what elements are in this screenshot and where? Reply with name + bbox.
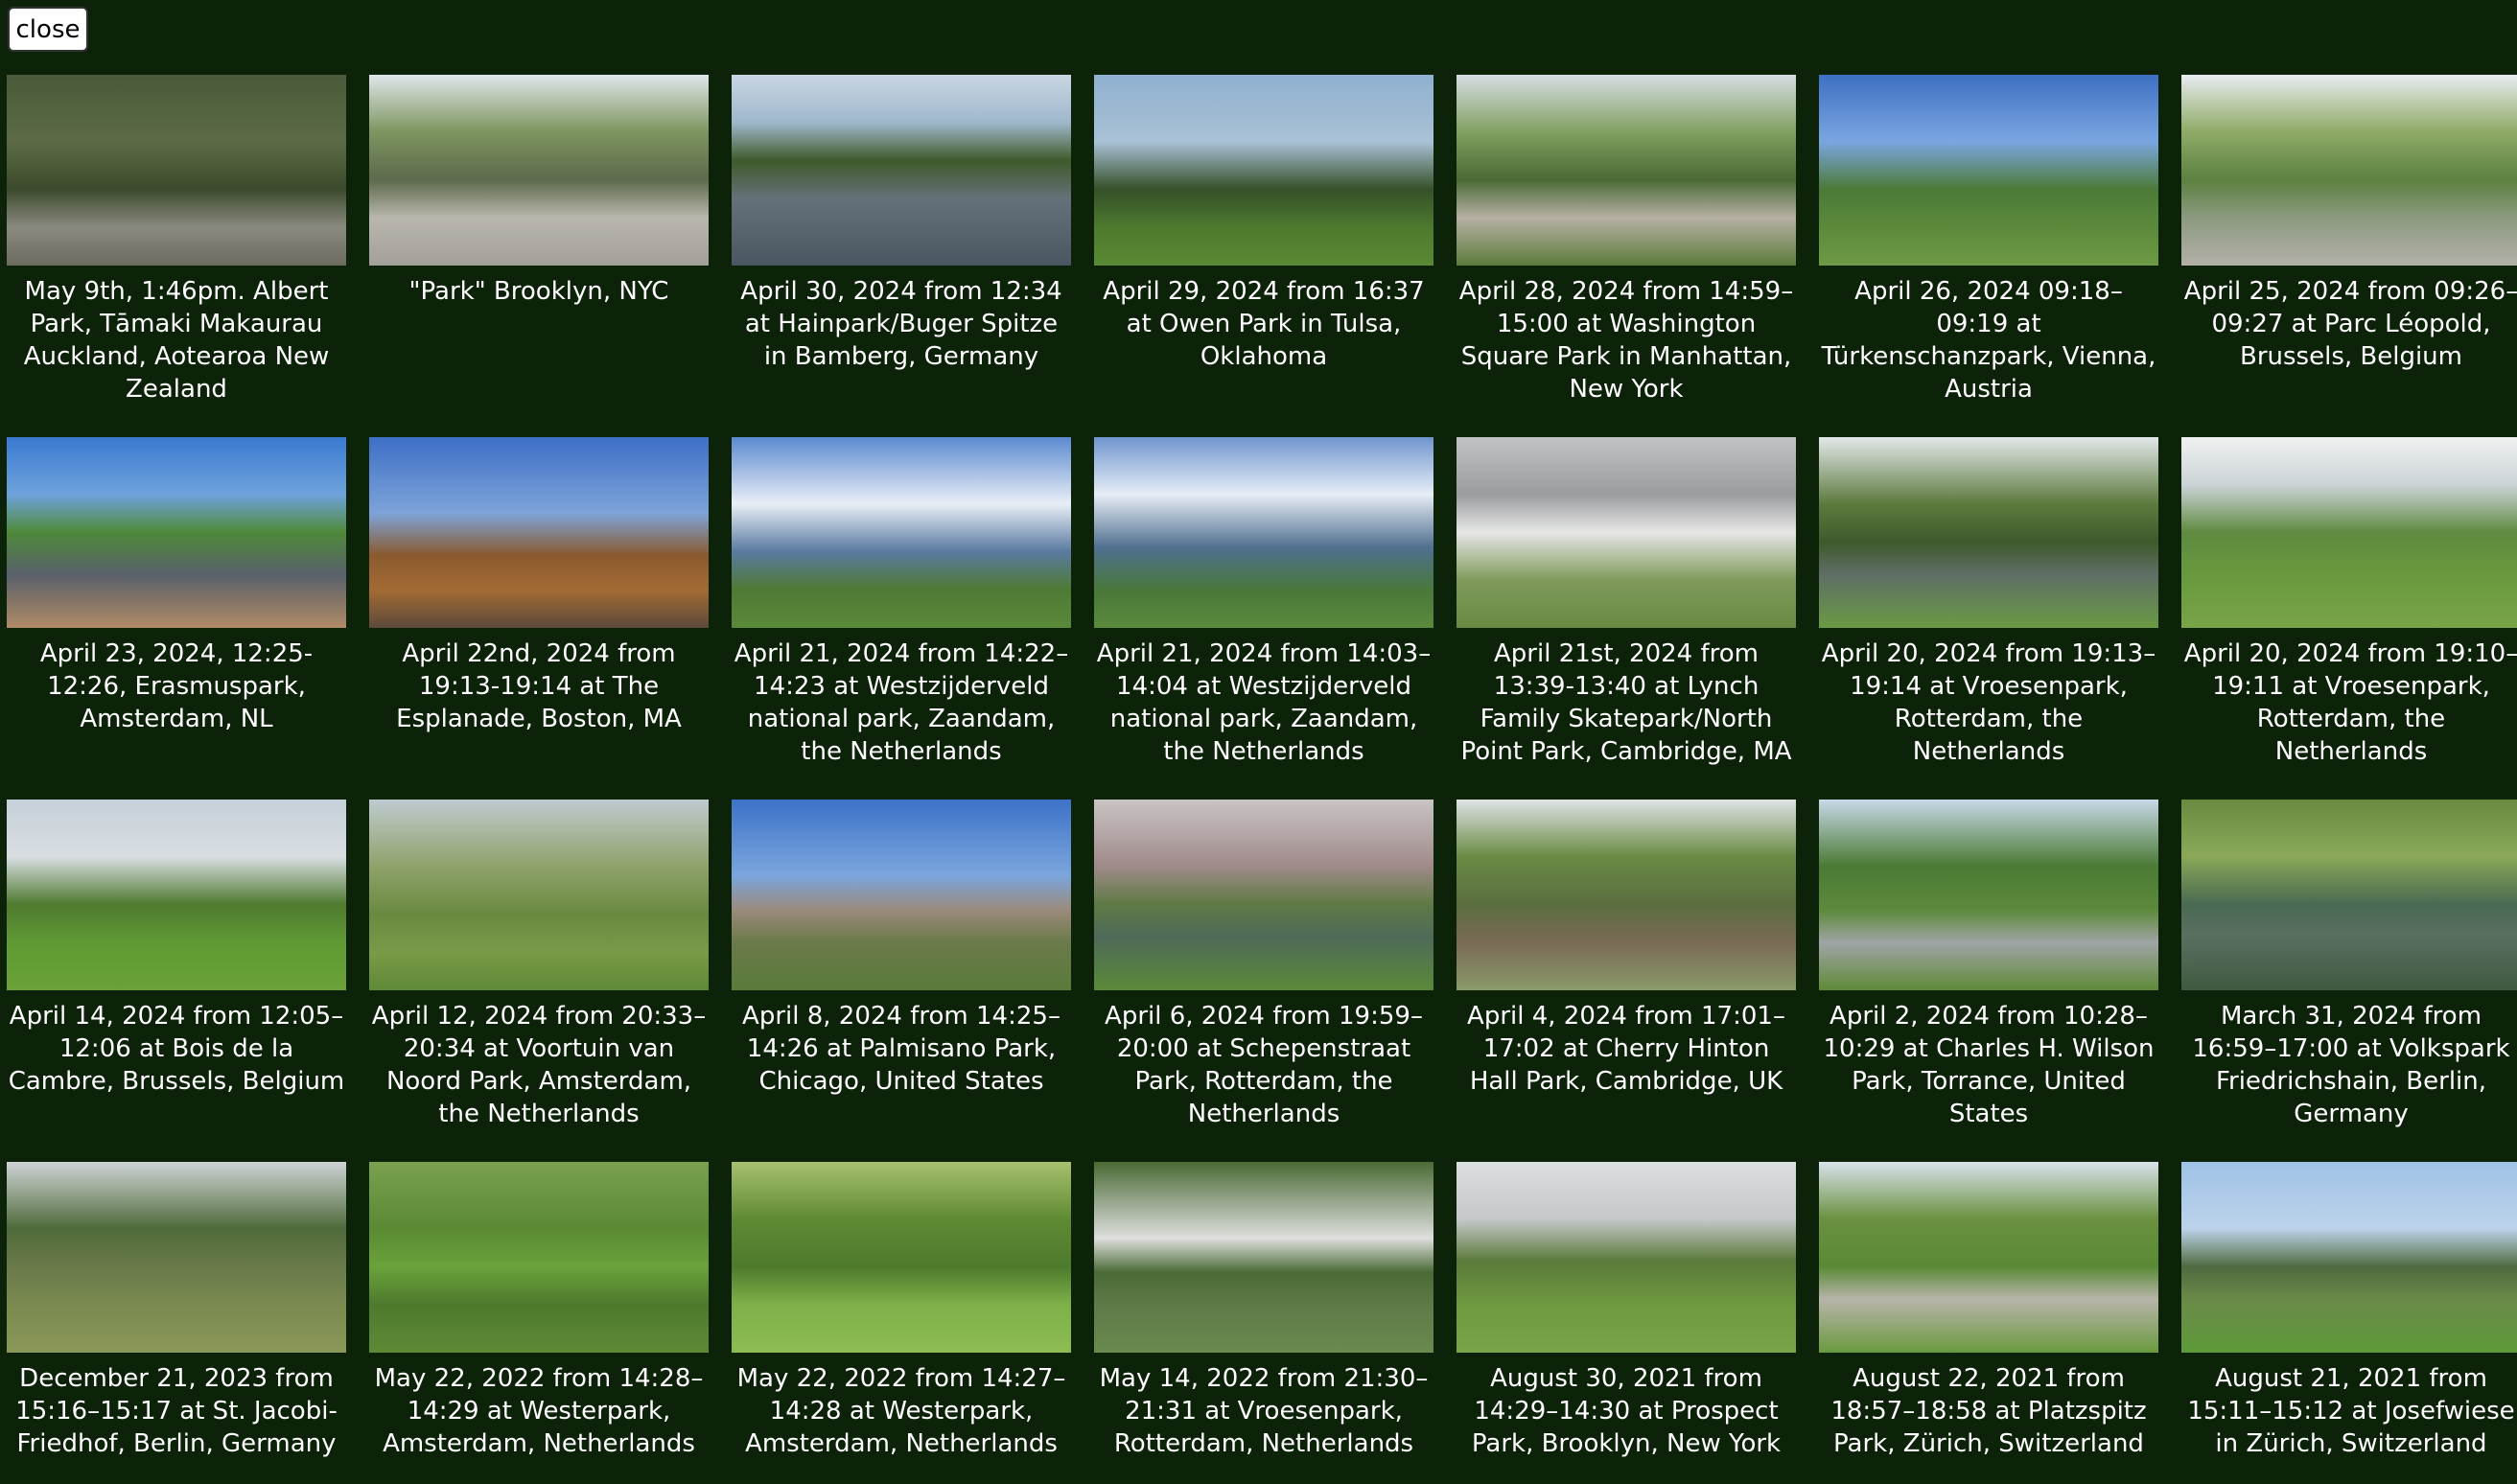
photo-thumbnail[interactable] bbox=[369, 75, 709, 266]
photo-thumbnail[interactable] bbox=[1819, 1162, 2158, 1353]
photo-caption: December 21, 2023 from 15:16–15:17 at St… bbox=[15, 1364, 338, 1458]
photo-tile[interactable]: August 21, 2021 from 15:11–15:12 at Jose… bbox=[2181, 1162, 2517, 1484]
photo-thumbnail[interactable] bbox=[1094, 75, 1433, 266]
photo-thumbnail[interactable] bbox=[1094, 1162, 1433, 1353]
photo-thumbnail[interactable] bbox=[1457, 75, 1796, 266]
photo-tile[interactable]: April 12, 2024 from 20:33–20:34 at Voort… bbox=[369, 800, 709, 1162]
photo-thumbnail[interactable] bbox=[2181, 437, 2517, 628]
photo-caption: May 22, 2022 from 14:28–14:29 at Westerp… bbox=[374, 1364, 704, 1458]
photo-thumbnail[interactable] bbox=[2181, 75, 2517, 266]
photo-caption: April 21st, 2024 from 13:39-13:40 at Lyn… bbox=[1460, 639, 1792, 766]
photo-tile[interactable]: December 21, 2023 from 15:16–15:17 at St… bbox=[7, 1162, 346, 1484]
photo-tile[interactable]: April 30, 2024 from 12:34 at Hainpark/Bu… bbox=[732, 75, 1071, 437]
photo-tile[interactable]: August 22, 2021 from 18:57–18:58 at Plat… bbox=[1819, 1162, 2158, 1484]
photo-tile[interactable]: April 23, 2024, 12:25-12:26, Erasmuspark… bbox=[7, 437, 346, 800]
photo-caption: May 22, 2022 from 14:27–14:28 at Westerp… bbox=[736, 1364, 1066, 1458]
photo-caption: April 14, 2024 from 12:05–12:06 at Bois … bbox=[8, 1002, 345, 1096]
photo-caption: May 9th, 1:46pm. Albert Park, Tāmaki Mak… bbox=[23, 277, 330, 404]
photo-caption: March 31, 2024 from 16:59–17:00 at Volks… bbox=[2192, 1002, 2510, 1128]
photo-thumbnail[interactable] bbox=[2181, 800, 2517, 990]
photo-tile[interactable]: April 8, 2024 from 14:25–14:26 at Palmis… bbox=[732, 800, 1071, 1162]
close-button[interactable]: close bbox=[8, 7, 88, 52]
photo-thumbnail[interactable] bbox=[1457, 800, 1796, 990]
photo-tile[interactable]: May 14, 2022 from 21:30–21:31 at Vroesen… bbox=[1094, 1162, 1433, 1484]
photo-caption: April 20, 2024 from 19:13–19:14 at Vroes… bbox=[1821, 639, 2156, 766]
photo-thumbnail[interactable] bbox=[1819, 437, 2158, 628]
photo-tile[interactable]: April 26, 2024 09:18–09:19 at Türkenscha… bbox=[1819, 75, 2158, 437]
photo-thumbnail[interactable] bbox=[369, 437, 709, 628]
photo-thumbnail[interactable] bbox=[7, 800, 346, 990]
photo-tile[interactable]: April 28, 2024 from 14:59–15:00 at Washi… bbox=[1457, 75, 1796, 437]
photo-caption: April 29, 2024 from 16:37 at Owen Park i… bbox=[1103, 277, 1425, 371]
photo-grid: May 9th, 1:46pm. Albert Park, Tāmaki Mak… bbox=[7, 75, 2517, 1484]
photo-tile[interactable]: April 21, 2024 from 14:03–14:04 at Westz… bbox=[1094, 437, 1433, 800]
photo-caption: August 22, 2021 from 18:57–18:58 at Plat… bbox=[1830, 1364, 2147, 1458]
photo-thumbnail[interactable] bbox=[1819, 800, 2158, 990]
photo-thumbnail[interactable] bbox=[2181, 1162, 2517, 1353]
photo-caption: April 12, 2024 from 20:33–20:34 at Voort… bbox=[371, 1002, 707, 1128]
photo-tile[interactable]: April 14, 2024 from 12:05–12:06 at Bois … bbox=[7, 800, 346, 1162]
photo-caption: April 21, 2024 from 14:22–14:23 at Westz… bbox=[734, 639, 1069, 766]
photo-tile[interactable]: May 9th, 1:46pm. Albert Park, Tāmaki Mak… bbox=[7, 75, 346, 437]
photo-caption: August 30, 2021 from 14:29–14:30 at Pros… bbox=[1471, 1364, 1782, 1458]
photo-caption: "Park" Brooklyn, NYC bbox=[408, 277, 669, 306]
photo-thumbnail[interactable] bbox=[1094, 800, 1433, 990]
photo-thumbnail[interactable] bbox=[7, 1162, 346, 1353]
photo-tile[interactable]: April 25, 2024 from 09:26–09:27 at Parc … bbox=[2181, 75, 2517, 437]
photo-caption: April 30, 2024 from 12:34 at Hainpark/Bu… bbox=[740, 277, 1062, 371]
photo-tile[interactable]: March 31, 2024 from 16:59–17:00 at Volks… bbox=[2181, 800, 2517, 1162]
photo-caption: April 20, 2024 from 19:10–19:11 at Vroes… bbox=[2183, 639, 2517, 766]
photo-tile[interactable]: May 22, 2022 from 14:28–14:29 at Westerp… bbox=[369, 1162, 709, 1484]
photo-tile[interactable]: April 21st, 2024 from 13:39-13:40 at Lyn… bbox=[1457, 437, 1796, 800]
photo-caption: April 6, 2024 from 19:59–20:00 at Schepe… bbox=[1105, 1002, 1423, 1128]
photo-thumbnail[interactable] bbox=[732, 800, 1071, 990]
photo-thumbnail[interactable] bbox=[7, 75, 346, 266]
photo-thumbnail[interactable] bbox=[1457, 437, 1796, 628]
photo-thumbnail[interactable] bbox=[1094, 437, 1433, 628]
photo-thumbnail[interactable] bbox=[732, 437, 1071, 628]
photo-thumbnail[interactable] bbox=[7, 437, 346, 628]
photo-thumbnail[interactable] bbox=[369, 800, 709, 990]
photo-thumbnail[interactable] bbox=[369, 1162, 709, 1353]
photo-caption: April 8, 2024 from 14:25–14:26 at Palmis… bbox=[742, 1002, 1060, 1096]
photo-caption: May 14, 2022 from 21:30–21:31 at Vroesen… bbox=[1099, 1364, 1429, 1458]
photo-thumbnail[interactable] bbox=[732, 75, 1071, 266]
photo-tile[interactable]: April 20, 2024 from 19:10–19:11 at Vroes… bbox=[2181, 437, 2517, 800]
photo-tile[interactable]: April 20, 2024 from 19:13–19:14 at Vroes… bbox=[1819, 437, 2158, 800]
photo-caption: August 21, 2021 from 15:11–15:12 at Jose… bbox=[2187, 1364, 2515, 1458]
photo-caption: April 25, 2024 from 09:26–09:27 at Parc … bbox=[2183, 277, 2517, 371]
photo-caption: April 28, 2024 from 14:59–15:00 at Washi… bbox=[1458, 277, 1794, 404]
photo-caption: April 21, 2024 from 14:03–14:04 at Westz… bbox=[1096, 639, 1432, 766]
photo-tile[interactable]: April 6, 2024 from 19:59–20:00 at Schepe… bbox=[1094, 800, 1433, 1162]
photo-tile[interactable]: April 4, 2024 from 17:01–17:02 at Cherry… bbox=[1457, 800, 1796, 1162]
photo-thumbnail[interactable] bbox=[1819, 75, 2158, 266]
photo-tile[interactable]: April 22nd, 2024 from 19:13-19:14 at The… bbox=[369, 437, 709, 800]
photo-caption: April 23, 2024, 12:25-12:26, Erasmuspark… bbox=[39, 639, 314, 733]
photo-caption: April 2, 2024 from 10:28–10:29 at Charle… bbox=[1823, 1002, 2155, 1128]
photo-tile[interactable]: April 21, 2024 from 14:22–14:23 at Westz… bbox=[732, 437, 1071, 800]
photo-caption: April 4, 2024 from 17:01–17:02 at Cherry… bbox=[1467, 1002, 1785, 1096]
photo-tile[interactable]: April 2, 2024 from 10:28–10:29 at Charle… bbox=[1819, 800, 2158, 1162]
photo-thumbnail[interactable] bbox=[732, 1162, 1071, 1353]
photo-tile[interactable]: "Park" Brooklyn, NYC bbox=[369, 75, 709, 437]
photo-tile[interactable]: May 22, 2022 from 14:27–14:28 at Westerp… bbox=[732, 1162, 1071, 1484]
photo-thumbnail[interactable] bbox=[1457, 1162, 1796, 1353]
photo-caption: April 22nd, 2024 from 19:13-19:14 at The… bbox=[396, 639, 682, 733]
photo-tile[interactable]: April 29, 2024 from 16:37 at Owen Park i… bbox=[1094, 75, 1433, 437]
photo-tile[interactable]: August 30, 2021 from 14:29–14:30 at Pros… bbox=[1457, 1162, 1796, 1484]
photo-caption: April 26, 2024 09:18–09:19 at Türkenscha… bbox=[1821, 277, 2156, 404]
